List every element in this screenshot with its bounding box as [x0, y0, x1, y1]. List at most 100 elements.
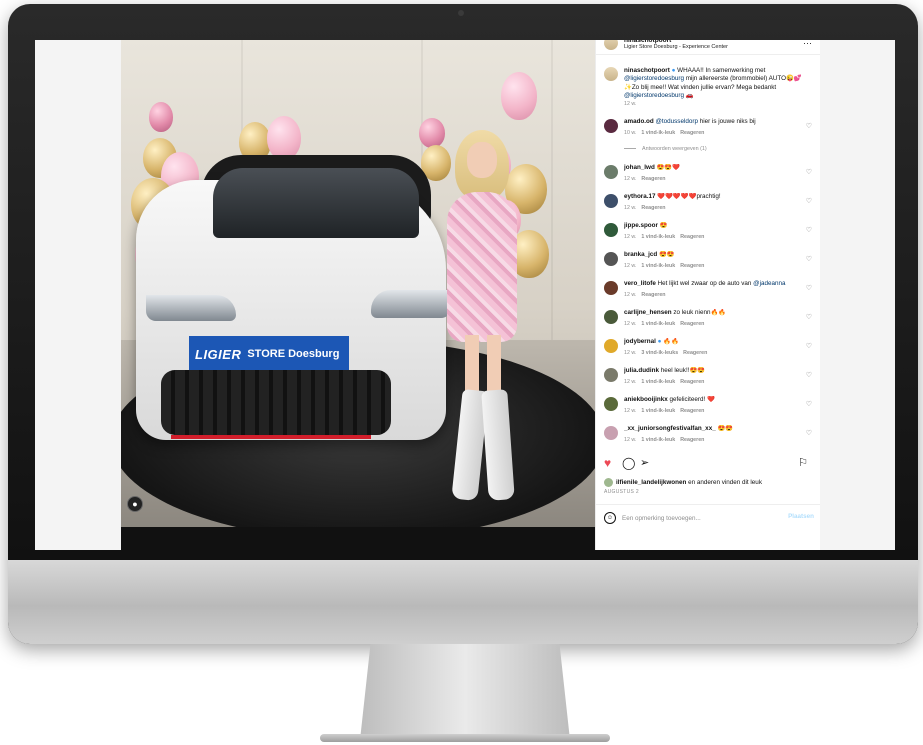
- commenter-avatar[interactable]: [604, 339, 618, 353]
- heart-outline-icon[interactable]: ♡: [806, 284, 812, 292]
- reply-button[interactable]: Reageren: [683, 350, 707, 356]
- car-headlight-left: [146, 295, 236, 321]
- comment-meta: 12 w. Reageren: [624, 176, 671, 182]
- commenter-avatar[interactable]: [604, 223, 618, 237]
- comment-time: 10 w.: [624, 130, 637, 136]
- caption-mention[interactable]: @ligierstoredoesburg: [624, 75, 684, 82]
- bookmark-icon[interactable]: ⚐: [798, 456, 808, 469]
- comment-text: julia.dudink heel leuk!!😍😍: [624, 367, 796, 375]
- monitor-stand-base: [320, 734, 610, 742]
- paper-plane-icon[interactable]: ➢: [640, 456, 649, 469]
- commenter-username[interactable]: jodybernal: [624, 338, 656, 345]
- heart-outline-icon[interactable]: ♡: [806, 342, 812, 350]
- more-dots-icon[interactable]: ···: [803, 40, 812, 48]
- post-comment-button[interactable]: Plaatsen: [788, 513, 814, 520]
- commenter-avatar[interactable]: [604, 165, 618, 179]
- comment-input[interactable]: [622, 512, 782, 524]
- commenter-username[interactable]: julia.dudink: [624, 367, 659, 374]
- commenter-avatar[interactable]: [604, 119, 618, 133]
- liker-avatar[interactable]: [604, 478, 613, 487]
- commenter-username[interactable]: jippe.spoor: [624, 222, 658, 229]
- person-face: [467, 142, 497, 178]
- commenter-avatar[interactable]: [604, 368, 618, 382]
- comment-body: Het lijkt wel zwaar op de auto van: [655, 280, 754, 287]
- car-windshield: [213, 168, 419, 238]
- liker-username[interactable]: ilfienile_landelijkwonen: [616, 479, 686, 486]
- commenter-avatar[interactable]: [604, 397, 618, 411]
- comment-body: hier is jouwe niks bij: [697, 118, 756, 125]
- heart-filled-icon[interactable]: ♥: [604, 456, 611, 470]
- heart-outline-icon[interactable]: ♡: [806, 371, 812, 379]
- smiley-icon[interactable]: ☺: [604, 512, 616, 524]
- commenter-username[interactable]: amado.od: [624, 118, 654, 125]
- reply-button[interactable]: Reageren: [680, 263, 704, 269]
- commenter-avatar[interactable]: [604, 426, 618, 440]
- reply-button[interactable]: Reageren: [680, 379, 704, 385]
- caption-suffix: 🚗: [685, 92, 694, 100]
- comment-meta: 12 w. 1 vind-ik-leuk Reageren: [624, 321, 709, 327]
- post-location[interactable]: Ligier Store Doesburg - Experience Cente…: [624, 44, 728, 50]
- comment-likes[interactable]: 1 vind-ik-leuk: [641, 263, 675, 269]
- commenter-username[interactable]: eythora.17: [624, 193, 656, 200]
- comment-mention[interactable]: @jadeanna: [753, 280, 785, 287]
- comment-likes[interactable]: 3 vind-ik-leuks: [641, 350, 678, 356]
- commenter-avatar[interactable]: [604, 252, 618, 266]
- reply-button[interactable]: Reageren: [680, 234, 704, 240]
- comment-likes[interactable]: 1 vind-ik-leuk: [641, 130, 675, 136]
- comment-mention[interactable]: @todusseldorp: [656, 118, 698, 125]
- car-grille: [161, 370, 391, 435]
- reply-button[interactable]: Reageren: [680, 408, 704, 414]
- caption-author[interactable]: ninaschotpoort: [624, 67, 670, 74]
- view-replies[interactable]: Antwoorden weergeven (1): [624, 146, 707, 152]
- heart-outline-icon[interactable]: ♡: [806, 168, 812, 176]
- reply-button[interactable]: Reageren: [680, 321, 704, 327]
- comment-likes[interactable]: 1 vind-ik-leuk: [641, 379, 675, 385]
- commenter-username[interactable]: aniekbooijinkx: [624, 396, 668, 403]
- comment-likes[interactable]: 1 vind-ik-leuk: [641, 437, 675, 443]
- heart-outline-icon[interactable]: ♡: [806, 226, 812, 234]
- balloon: [501, 72, 537, 120]
- comment-body: zo leuk nienn🔥🔥: [671, 309, 727, 316]
- comment-time: 12 w.: [624, 205, 637, 211]
- comment-text: eythora.17 ❤️❤️❤️❤️❤️prachtig!: [624, 193, 796, 201]
- tagged-users-icon[interactable]: ●: [127, 496, 143, 512]
- page-backdrop-left: [35, 40, 121, 550]
- heart-outline-icon[interactable]: ♡: [806, 197, 812, 205]
- wall-panel-line: [551, 40, 553, 340]
- comment-item: branka_jcd 😍😍 12 w. 1 vind-ik-leuk Reagere…: [604, 251, 814, 281]
- author-avatar[interactable]: [604, 67, 618, 81]
- reply-button[interactable]: Reageren: [641, 176, 665, 182]
- heart-outline-icon[interactable]: ♡: [806, 122, 812, 130]
- comment-bubble-icon[interactable]: ◯: [622, 456, 635, 470]
- commenter-username[interactable]: _xx_juniorsongfestivalfan_xx_: [624, 425, 716, 432]
- comment-time: 12 w.: [624, 321, 637, 327]
- heart-outline-icon[interactable]: ♡: [806, 313, 812, 321]
- reply-button[interactable]: Reageren: [641, 292, 665, 298]
- heart-outline-icon[interactable]: ♡: [806, 400, 812, 408]
- comment-likes[interactable]: 1 vind-ik-leuk: [641, 234, 675, 240]
- commenter-avatar[interactable]: [604, 281, 618, 295]
- comment-time: 12 w.: [624, 408, 637, 414]
- commenter-username[interactable]: vero_litofe: [624, 280, 656, 287]
- heart-outline-icon[interactable]: ♡: [806, 429, 812, 437]
- reply-button[interactable]: Reageren: [641, 205, 665, 211]
- comment-likes[interactable]: 1 vind-ik-leuk: [641, 321, 675, 327]
- commenter-username[interactable]: branka_jcd: [624, 251, 657, 258]
- comment-text: jippe.spoor 😍: [624, 222, 796, 230]
- comment-likes[interactable]: 1 vind-ik-leuk: [641, 408, 675, 414]
- reply-button[interactable]: Reageren: [680, 437, 704, 443]
- comment-meta: 12 w. 1 vind-ik-leuk Reageren: [624, 408, 709, 414]
- commenter-username[interactable]: johan_lwd: [624, 164, 655, 171]
- likes-rest[interactable]: en anderen vinden dit leuk: [686, 479, 762, 486]
- reply-button[interactable]: Reageren: [680, 130, 704, 136]
- commenter-username[interactable]: carlijne_hensen: [624, 309, 672, 316]
- commenter-avatar[interactable]: [604, 194, 618, 208]
- heart-outline-icon[interactable]: ♡: [806, 255, 812, 263]
- caption-mention[interactable]: @ligierstoredoesburg: [624, 92, 684, 99]
- post-date: AUGUSTUS 2: [604, 489, 639, 495]
- author-avatar[interactable]: [604, 40, 618, 50]
- add-comment-bar: ☺ Plaatsen: [596, 504, 820, 533]
- caption-prefix: WHAAA!! In samenwerking met: [677, 67, 766, 74]
- post-image[interactable]: LIGIER STORE Doesburg ●: [121, 40, 595, 527]
- commenter-avatar[interactable]: [604, 310, 618, 324]
